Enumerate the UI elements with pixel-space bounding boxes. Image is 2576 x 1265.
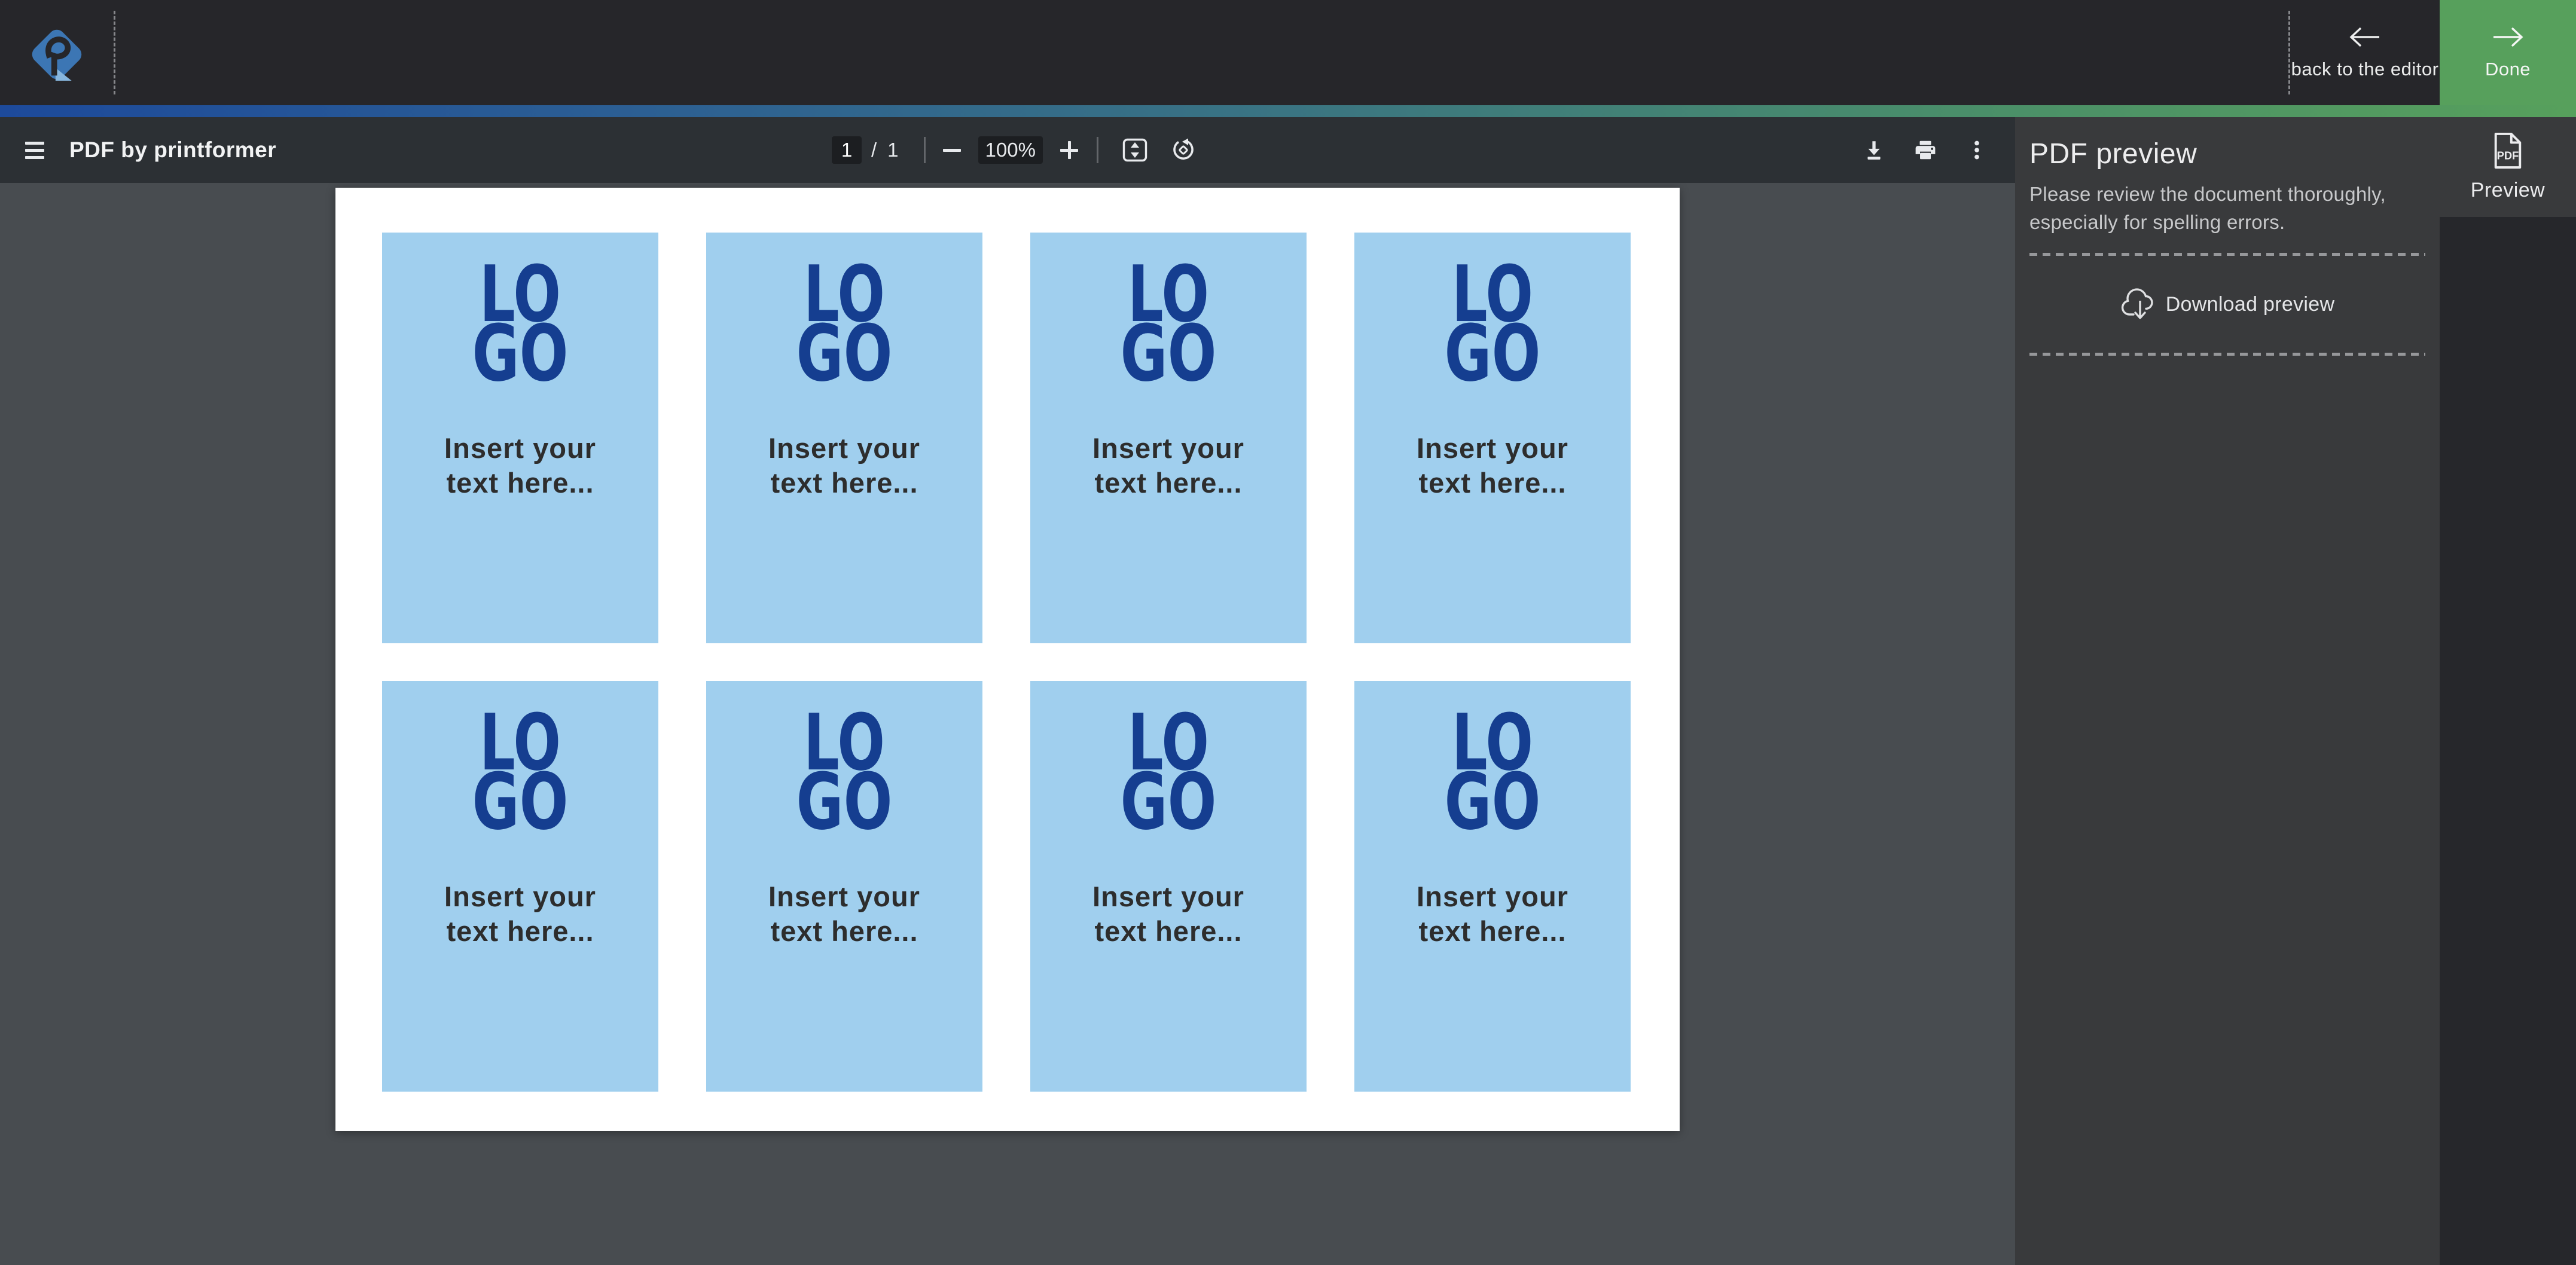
download-preview-button[interactable]: Download preview: [2029, 256, 2425, 353]
app-window: { "topbar": { "back_label": "back to the…: [0, 0, 2576, 1265]
svg-text:PDF: PDF: [2497, 149, 2519, 162]
svg-text:GO: GO: [796, 756, 893, 830]
label-card: LO GO Insert your text here...: [706, 681, 982, 1092]
label-card: LO GO Insert your text here...: [1354, 233, 1631, 643]
card-placeholder-text: Insert your text here...: [1391, 879, 1594, 949]
logo-placeholder: LO GO: [706, 681, 982, 830]
logo-placeholder: LO GO: [1354, 681, 1631, 830]
rail-empty-area: [2440, 217, 2576, 1265]
cloud-download-icon: [2120, 288, 2160, 321]
svg-text:GO: GO: [472, 756, 569, 830]
svg-text:GO: GO: [1445, 308, 1541, 382]
topbar-spacer: [115, 0, 2288, 105]
zoom-out-button[interactable]: [941, 139, 963, 161]
pdf-viewer: PDF by printformer / 1 100%: [0, 117, 2015, 1265]
logo-placeholder: LO GO: [382, 233, 658, 382]
label-card: LO GO Insert your text here...: [382, 233, 658, 643]
card-placeholder-text: Insert your text here...: [1391, 431, 1594, 500]
print-icon: [1914, 139, 1937, 161]
printformer-logo-icon: [22, 19, 92, 90]
menu-button[interactable]: [25, 137, 44, 163]
toolbar-center-controls: / 1 100%: [832, 117, 1195, 183]
download-preview-label: Download preview: [2166, 293, 2335, 316]
more-options-button[interactable]: [1965, 138, 1989, 162]
pdf-page: LO GO Insert your text here... LO GO Ins…: [335, 188, 1680, 1131]
zoom-in-icon: [1068, 141, 1071, 159]
panel-description: Please review the document thoroughly, e…: [2029, 180, 2425, 236]
document-title: PDF by printformer: [69, 117, 276, 183]
print-button[interactable]: [1913, 138, 1937, 162]
rotate-ccw-icon: [1171, 138, 1195, 162]
menu-icon: [25, 142, 44, 145]
svg-text:GO: GO: [796, 308, 893, 382]
done-button[interactable]: Done: [2440, 0, 2576, 105]
logo-placeholder: LO GO: [1030, 233, 1307, 382]
pdf-toolbar: PDF by printformer / 1 100%: [0, 117, 2015, 183]
rail-preview-label: Preview: [2471, 179, 2545, 202]
preview-rail: PDF Preview: [2440, 117, 2576, 1265]
zoom-out-icon: [943, 149, 961, 152]
page-number-input[interactable]: [832, 136, 862, 164]
svg-text:GO: GO: [1121, 756, 1217, 830]
card-placeholder-text: Insert your text here...: [419, 879, 622, 949]
toolbar-divider: [924, 137, 926, 163]
download-icon: [1863, 139, 1885, 161]
arrow-left-icon: [2348, 25, 2382, 49]
toolbar-divider: [1097, 137, 1098, 163]
progress-gradient-bar: [0, 105, 2576, 117]
done-label: Done: [2485, 59, 2531, 80]
download-button[interactable]: [1862, 138, 1886, 162]
back-to-editor-button[interactable]: back to the editor: [2290, 0, 2440, 105]
rotate-button[interactable]: [1171, 138, 1195, 162]
logo-placeholder: LO GO: [382, 681, 658, 830]
svg-text:GO: GO: [1121, 308, 1217, 382]
label-card: LO GO Insert your text here...: [706, 233, 982, 643]
svg-text:GO: GO: [1445, 756, 1541, 830]
toolbar-right-controls: [1862, 117, 1989, 183]
pdf-file-icon: PDF: [2490, 132, 2525, 169]
top-app-bar: back to the editor Done: [0, 0, 2576, 105]
card-placeholder-text: Insert your text here...: [743, 879, 946, 949]
zoom-in-button[interactable]: [1058, 139, 1080, 161]
zoom-level[interactable]: 100%: [978, 136, 1043, 164]
logo-placeholder: LO GO: [706, 233, 982, 382]
svg-text:GO: GO: [472, 308, 569, 382]
panel-title: PDF preview: [2029, 138, 2425, 170]
label-card: LO GO Insert your text here...: [1030, 681, 1307, 1092]
printformer-logo[interactable]: [0, 0, 114, 105]
card-placeholder-text: Insert your text here...: [1067, 431, 1270, 500]
card-placeholder-text: Insert your text here...: [743, 431, 946, 500]
card-placeholder-text: Insert your text here...: [1067, 879, 1270, 949]
pdf-preview-panel: PDF preview Please review the document t…: [2015, 117, 2440, 1265]
page-total: 1: [887, 139, 898, 161]
label-card: LO GO Insert your text here...: [382, 681, 658, 1092]
card-placeholder-text: Insert your text here...: [419, 431, 622, 500]
pdf-canvas: LO GO Insert your text here... LO GO Ins…: [0, 183, 2015, 1265]
arrow-right-icon: [2490, 25, 2525, 49]
logo-placeholder: LO GO: [1030, 681, 1307, 830]
rail-item-preview[interactable]: PDF Preview: [2440, 117, 2576, 217]
label-card: LO GO Insert your text here...: [1354, 681, 1631, 1092]
page-separator: /: [871, 139, 877, 161]
logo-placeholder: LO GO: [1354, 233, 1631, 382]
more-vertical-icon: [1965, 139, 1988, 161]
label-card: LO GO Insert your text here...: [1030, 233, 1307, 643]
back-to-editor-label: back to the editor: [2291, 59, 2439, 80]
fit-to-page-icon: [1122, 138, 1147, 162]
fit-to-page-button[interactable]: [1122, 138, 1147, 162]
dashed-divider: [2029, 353, 2425, 356]
